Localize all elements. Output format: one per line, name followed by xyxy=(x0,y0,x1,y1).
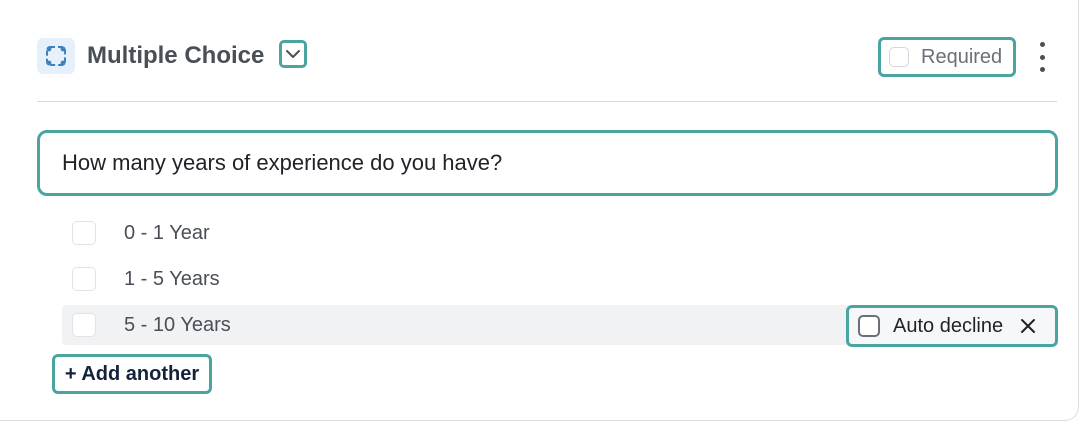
required-label: Required xyxy=(921,45,1003,68)
option-checkbox[interactable] xyxy=(72,313,96,337)
question-type-toggle[interactable] xyxy=(279,40,307,68)
auto-decline-label: Auto decline xyxy=(893,314,1004,337)
option-row[interactable]: 0 - 1 Year xyxy=(62,213,1056,253)
option-checkbox[interactable] xyxy=(72,221,96,245)
option-label[interactable]: 0 - 1 Year xyxy=(124,222,210,245)
auto-decline-control[interactable]: Auto decline xyxy=(846,305,1058,347)
close-icon[interactable] xyxy=(1019,317,1037,335)
required-toggle[interactable]: Required xyxy=(878,37,1016,77)
required-checkbox[interactable] xyxy=(889,47,909,67)
question-input[interactable]: How many years of experience do you have… xyxy=(37,130,1058,196)
auto-decline-checkbox[interactable] xyxy=(858,315,880,337)
chevron-down-icon xyxy=(286,50,300,58)
option-row[interactable]: 1 - 5 Years xyxy=(62,259,1056,299)
option-label[interactable]: 5 - 10 Years xyxy=(124,314,231,337)
multiple-choice-icon xyxy=(37,38,75,74)
option-checkbox[interactable] xyxy=(72,267,96,291)
option-label[interactable]: 1 - 5 Years xyxy=(124,268,220,291)
question-card: Multiple Choice Required How many years … xyxy=(0,0,1079,421)
kebab-menu-icon[interactable] xyxy=(1034,42,1050,72)
add-another-button[interactable]: + Add another xyxy=(52,354,212,394)
question-type-title: Multiple Choice xyxy=(87,42,265,69)
header-divider xyxy=(37,101,1057,102)
